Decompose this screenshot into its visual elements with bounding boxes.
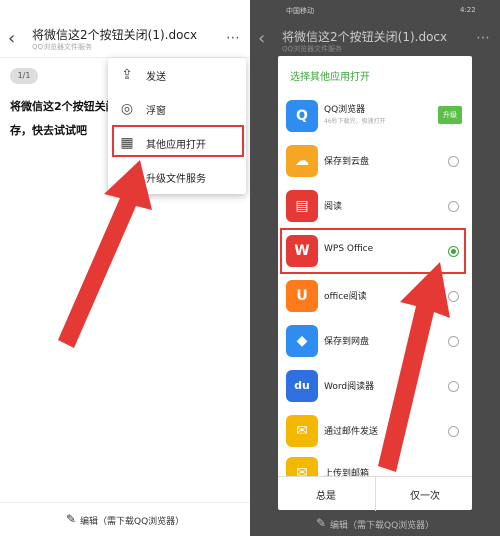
red-arrow xyxy=(58,160,152,348)
bottom-bar: ✎ 编辑（需下载QQ浏览器） xyxy=(0,502,250,536)
edit-icon: ✎ xyxy=(66,512,77,526)
edit-icon: ✎ xyxy=(316,516,327,530)
bottom-bar: ✎ 编辑（需下载QQ浏览器） xyxy=(250,510,500,536)
edit-button[interactable]: 编辑（需下载QQ浏览器） xyxy=(330,518,434,531)
right-screenshot: 中国移动 4:22 ‹ 将微信这2个按钮关闭(1).docx QQ浏览器文件服务… xyxy=(250,0,500,536)
left-screenshot: ‹ 将微信这2个按钮关闭(1).docx QQ浏览器文件服务 ⋯ 1/1 将微信… xyxy=(0,0,250,536)
red-arrow xyxy=(378,262,450,472)
edit-button[interactable]: 编辑（需下载QQ浏览器） xyxy=(80,514,184,527)
